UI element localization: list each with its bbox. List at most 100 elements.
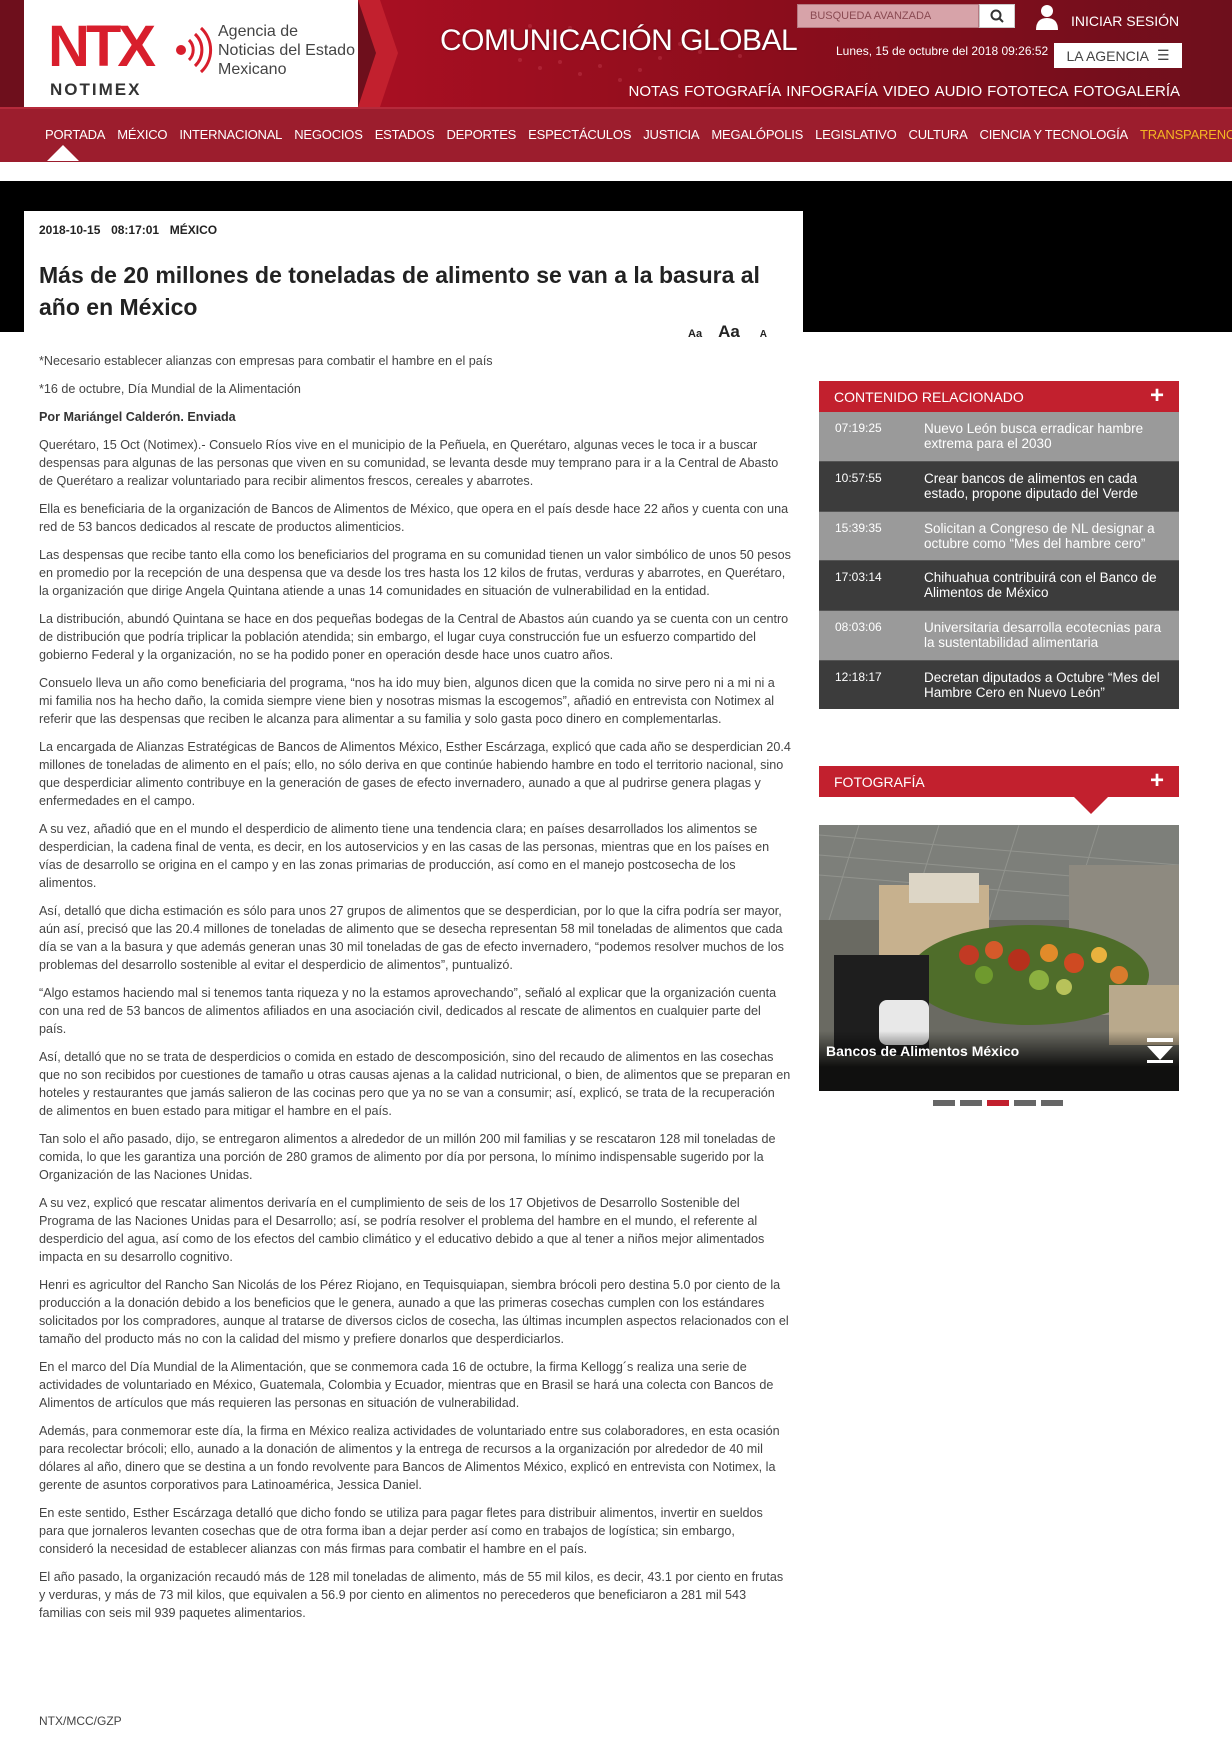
font-size-controls: Aa Aa A — [688, 322, 767, 342]
nav-item-megalopolis[interactable]: MEGALÓPOLIS — [705, 127, 809, 142]
nav-item-espectaculos[interactable]: ESPECTÁCULOS — [522, 127, 637, 142]
nav-item-mexico[interactable]: MÉXICO — [111, 127, 173, 142]
top-link-fotografia[interactable]: FOTOGRAFÍA — [684, 83, 781, 100]
top-link-infografia[interactable]: INFOGRAFÍA — [786, 83, 878, 100]
font-size-normal-button[interactable]: Aa — [688, 328, 702, 340]
download-arrow-icon[interactable] — [1145, 1038, 1175, 1064]
article-paragraph: En este sentido, Esther Escárzaga detall… — [39, 1506, 763, 1556]
photo-expand-icon[interactable]: + — [1150, 767, 1164, 795]
article-time: 08:17:01 — [111, 223, 160, 237]
photo-caption-overlay — [819, 1031, 1179, 1091]
photo-caption[interactable]: Bancos de Alimentos México — [826, 1043, 1019, 1059]
article-paragraph: El año pasado, la organización recaudó m… — [39, 1570, 784, 1620]
top-link-audio[interactable]: AUDIO — [935, 83, 983, 100]
article-paragraph: A su vez, explicó que rescatar alimentos… — [39, 1196, 765, 1264]
slide-dot[interactable] — [933, 1100, 955, 1106]
slide-dot-active[interactable] — [987, 1100, 1009, 1106]
article-paragraph: La distribución, abundó Quintana se hace… — [39, 612, 789, 662]
logo-text: NTX — [48, 14, 156, 79]
article-paragraph: “Algo estamos haciendo mal si tenemos ta… — [39, 986, 777, 1036]
related-time: 07:19:25 — [835, 421, 882, 435]
hamburger-icon: ☰ — [1156, 47, 1170, 63]
nav-item-justicia[interactable]: JUSTICIA — [637, 127, 705, 142]
article-paragraph: Henri es agricultor del Rancho San Nicol… — [39, 1278, 789, 1346]
related-title-link[interactable]: Decretan diputados a Octubre “Mes del Ha… — [924, 670, 1164, 700]
user-icon[interactable] — [1036, 4, 1058, 30]
article-paragraph: Así, detalló que dicha estimación es sól… — [39, 904, 784, 972]
related-time: 10:57:55 — [835, 471, 882, 485]
top-link-video[interactable]: VIDEO — [883, 83, 930, 100]
login-link[interactable]: INICIAR SESIÓN — [1071, 13, 1179, 29]
slogan: COMUNICACIÓN GLOBAL — [440, 24, 798, 57]
related-list: 07:19:25 Nuevo León busca erradicar hamb… — [819, 412, 1179, 709]
article-title: Más de 20 millones de toneladas de alime… — [39, 262, 760, 320]
related-header: CONTENIDO RELACIONADO + — [819, 381, 1179, 412]
article-byline: Por Mariángel Calderón. Enviada — [39, 410, 236, 424]
article-paragraph: Ella es beneficiaria de la organización … — [39, 502, 789, 534]
related-item[interactable]: 07:19:25 Nuevo León busca erradicar hamb… — [819, 412, 1179, 462]
related-item[interactable]: 10:57:55 Crear bancos de alimentos en ca… — [819, 462, 1179, 512]
header-divider — [358, 0, 398, 107]
article-paragraph: A su vez, añadió que en el mundo el desp… — [39, 822, 770, 890]
article-paragraph: Querétaro, 15 Oct (Notimex).- Consuelo R… — [39, 438, 779, 488]
nav-items: PORTADA MÉXICO INTERNACIONAL NEGOCIOS ES… — [39, 127, 1232, 142]
font-size-large-button[interactable]: Aa — [718, 322, 740, 342]
related-time: 17:03:14 — [835, 570, 882, 584]
related-title-link[interactable]: Chihuahua contribuirá con el Banco de Al… — [924, 570, 1164, 600]
logo-subtext: NOTIMEX — [50, 80, 142, 99]
font-size-small-button[interactable]: A — [760, 329, 767, 340]
related-item[interactable]: 08:03:06 Universitaria desarrolla ecotec… — [819, 611, 1179, 661]
nav-item-negocios[interactable]: NEGOCIOS — [288, 127, 368, 142]
related-item[interactable]: 12:18:17 Decretan diputados a Octubre “M… — [819, 661, 1179, 709]
related-item[interactable]: 17:03:14 Chihuahua contribuirá con el Ba… — [819, 561, 1179, 611]
article-summary: *Necesario establecer alianzas con empre… — [39, 354, 493, 368]
article-paragraph: Consuelo lleva un año como beneficiaria … — [39, 676, 775, 726]
nav-item-transparencia[interactable]: TRANSPARENCIA — [1134, 127, 1232, 142]
nav-item-internacional[interactable]: INTERNACIONAL — [173, 127, 288, 142]
slide-dot[interactable] — [1014, 1100, 1036, 1106]
agency-name: Agencia de Noticias del Estado Mexicano — [218, 23, 355, 78]
article-meta: 2018-10-15 08:17:01 MÉXICO — [39, 223, 217, 237]
related-title-link[interactable]: Nuevo León busca erradicar hambre extrem… — [924, 421, 1164, 451]
search-input[interactable] — [798, 5, 978, 27]
top-links: NOTAS FOTOGRAFÍA INFOGRAFÍA VIDEO AUDIO … — [629, 83, 1181, 100]
article-header: 2018-10-15 08:17:01 MÉXICO Más de 20 mil… — [24, 211, 803, 332]
nav-item-cultura[interactable]: CULTURA — [903, 127, 974, 142]
article-summary: *16 de octubre, Día Mundial de la Alimen… — [39, 382, 301, 396]
nav-item-ciencia[interactable]: CIENCIA Y TECNOLOGÍA — [974, 127, 1134, 142]
nav-item-deportes[interactable]: DEPORTES — [440, 127, 522, 142]
related-title-link[interactable]: Crear bancos de alimentos en cada estado… — [924, 471, 1164, 501]
nav-item-legislativo[interactable]: LEGISLATIVO — [809, 127, 902, 142]
search-field[interactable] — [797, 4, 979, 28]
related-expand-icon[interactable]: + — [1150, 382, 1164, 410]
nav-item-portada[interactable]: PORTADA — [39, 127, 111, 142]
article-paragraph: La encargada de Alianzas Estratégicas de… — [39, 740, 791, 808]
article-signature: NTX/MCC/GZP — [39, 1714, 122, 1728]
article-section[interactable]: MÉXICO — [170, 223, 217, 237]
related-title: CONTENIDO RELACIONADO — [834, 389, 1024, 405]
related-title-link[interactable]: Universitaria desarrolla ecotecnias para… — [924, 620, 1164, 650]
article-paragraph: Así, detalló que no se trata de desperdi… — [39, 1050, 791, 1118]
agency-menu-button[interactable]: LA AGENCIA ☰ — [1054, 43, 1182, 68]
logo-area[interactable]: NTX NOTIMEX Agencia de Noticias del Esta… — [24, 0, 358, 107]
slide-dot[interactable] — [1041, 1100, 1063, 1106]
article-paragraph: Además, para conmemorar este día, la fir… — [39, 1424, 780, 1492]
related-title-link[interactable]: Solicitan a Congreso de NL designar a oc… — [924, 521, 1164, 551]
related-item[interactable]: 15:39:35 Solicitan a Congreso de NL desi… — [819, 512, 1179, 561]
top-link-fotogaleria[interactable]: FOTOGALERÍA — [1074, 83, 1180, 100]
top-link-fototeca[interactable]: FOTOTECA — [987, 83, 1068, 100]
search-button[interactable] — [979, 4, 1015, 28]
article-paragraph: En el marco del Día Mundial de la Alimen… — [39, 1360, 774, 1410]
nav-item-estados[interactable]: ESTADOS — [369, 127, 441, 142]
active-nav-indicator — [47, 145, 79, 161]
slide-indicator — [933, 1100, 1063, 1106]
photo-header: FOTOGRAFÍA + — [819, 766, 1179, 797]
related-time: 15:39:35 — [835, 521, 882, 535]
slide-dot[interactable] — [960, 1100, 982, 1106]
related-time: 08:03:06 — [835, 620, 882, 634]
agency-menu-label: LA AGENCIA — [1066, 47, 1149, 64]
current-date: Lunes, 15 de octubre del 2018 09:26:52 — [836, 44, 1049, 58]
signal-rings-icon — [176, 26, 213, 74]
top-link-notas[interactable]: NOTAS — [629, 83, 680, 100]
search-icon — [990, 9, 1004, 23]
